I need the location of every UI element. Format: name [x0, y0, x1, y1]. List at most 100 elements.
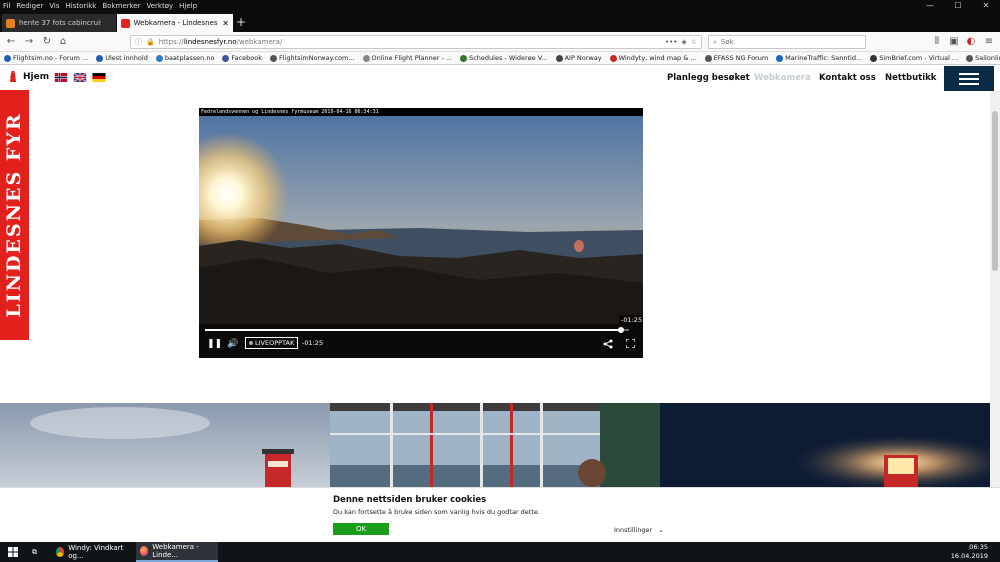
bookmark-label: AIP Norway — [564, 54, 602, 62]
lighthouse-logo-icon — [10, 71, 16, 82]
menu-file[interactable]: Fil — [0, 2, 13, 10]
maximize-button[interactable]: ☐ — [944, 0, 972, 12]
forward-arrow-icon[interactable]: → — [22, 35, 36, 49]
bookmark-item[interactable]: Facebook — [218, 54, 266, 62]
cookie-ok-button[interactable]: OK — [333, 523, 389, 535]
bookmark-label: FlightsimNorway.com... — [279, 54, 355, 62]
task-view-button[interactable]: ⧉ — [28, 542, 41, 562]
menu-history[interactable]: Historikk — [63, 2, 100, 10]
home-icon[interactable]: ⌂ — [56, 35, 70, 49]
tab-webkamera[interactable]: Webkamera - Lindesnes fyr ✕ — [117, 14, 233, 32]
norwegian-flag-icon[interactable] — [54, 72, 68, 82]
live-badge[interactable]: LIVEOPPTAK — [245, 337, 299, 349]
bookmark-label: Schedules - Widerøe V... — [469, 54, 548, 62]
back-arrow-icon[interactable]: ← — [4, 35, 18, 49]
video-progress-bar[interactable]: -01:25 — [205, 315, 643, 333]
nav-nettbutikk[interactable]: Nettbutikk — [885, 73, 936, 83]
pocket-icon[interactable]: ◈ — [681, 38, 686, 46]
menu-bookmarks[interactable]: Bokmerker — [99, 2, 143, 10]
lighthouse-favicon-icon — [121, 18, 130, 28]
share-icon[interactable] — [603, 339, 613, 352]
taskbar-item-chrome[interactable]: Windy: Vindkart og... — [52, 542, 132, 562]
tab-title: hente 37 fots cabincruiser fra ... — [19, 19, 101, 27]
german-flag-icon[interactable] — [92, 72, 106, 82]
gallery-image-lighthouse-lens[interactable] — [330, 403, 660, 488]
tab-cabincruiser[interactable]: hente 37 fots cabincruiser fra ... — [2, 14, 116, 32]
close-tab-icon[interactable]: ✕ — [222, 19, 229, 28]
bookmark-label: Ulest innhold — [105, 54, 148, 62]
new-tab-button[interactable]: + — [236, 15, 246, 29]
url-bar[interactable]: ⓘ 🔒 https://lindesnesfyr.no/webkamera/ •… — [130, 35, 702, 49]
sidebar-icon[interactable]: ▣ — [947, 35, 961, 49]
volume-icon[interactable]: 🔊 — [227, 339, 238, 349]
bookmark-item[interactable]: Online Flight Planner - ... — [359, 54, 457, 62]
menu-hamburger-icon[interactable]: ≡ — [982, 35, 996, 49]
minimize-button[interactable]: — — [916, 0, 944, 12]
cookie-settings-button[interactable]: Innstillinger ⌄ — [614, 526, 664, 534]
bookmark-label: Online Flight Planner - ... — [371, 54, 453, 62]
page-actions-icon[interactable]: ••• — [665, 38, 677, 46]
bookmark-item[interactable]: baatplassen.no — [152, 54, 219, 62]
navigation-bar: ← → ↻ ⌂ ⓘ 🔒 https://lindesnesfyr.no/webk… — [0, 32, 1000, 52]
bookmark-item[interactable]: MarineTraffic: Sanntid... — [772, 54, 866, 62]
bookmark-label: Sailonline.org - SWR 1... — [975, 54, 1000, 62]
menu-edit[interactable]: Rediger — [13, 2, 46, 10]
bookmark-item[interactable]: Windyty, wind map & ... — [606, 54, 701, 62]
nav-webkamera[interactable]: Webkamera — [754, 73, 811, 83]
site-favicon-icon — [6, 18, 15, 28]
menu-view[interactable]: Vis — [46, 2, 62, 10]
live-dot-icon — [249, 341, 253, 345]
bookmark-icon — [155, 54, 163, 62]
progress-knob[interactable] — [617, 327, 624, 333]
taskbar-item-label: Webkamera - Linde... — [152, 543, 199, 559]
gallery-image-lighthouse-night[interactable] — [660, 403, 990, 488]
bookmark-item[interactable]: AIP Norway — [552, 54, 606, 62]
english-flag-icon[interactable] — [73, 72, 87, 82]
bookmark-icon — [270, 54, 277, 62]
nav-planlegg-besoket[interactable]: Planlegg besøket — [667, 73, 750, 83]
menu-bar: Fil Rediger Vis Historikk Bokmerker Verk… — [0, 0, 1000, 12]
bookmark-item[interactable]: Ulest innhold — [92, 54, 152, 62]
time-tooltip: -01:25 — [619, 315, 643, 325]
taskbar-item-label: Windy: Vindkart og... — [68, 544, 124, 560]
task-view-icon: ⧉ — [32, 547, 37, 556]
pause-icon[interactable]: ❚❚ — [207, 339, 222, 349]
webcam-video-player[interactable]: Fedrelandsvennen og Lindesnes fyrmuseum … — [199, 108, 643, 358]
web-page: Hjem Planlegg besøket Webkamera Kontakt … — [0, 66, 1000, 542]
fullscreen-icon[interactable] — [625, 338, 636, 351]
bookmark-icon — [460, 54, 468, 62]
reload-icon[interactable]: ↻ — [40, 35, 54, 49]
system-clock[interactable]: 06:35 16.04.2019 — [951, 543, 988, 561]
info-icon[interactable]: ⓘ — [135, 37, 142, 47]
search-input[interactable]: ⌕ Søk — [708, 35, 866, 49]
bookmark-star-icon[interactable]: ☆ — [691, 38, 701, 46]
page-scrollbar[interactable] — [990, 91, 1000, 487]
taskbar-item-firefox[interactable]: Webkamera - Linde... — [136, 542, 218, 562]
site-menu-button[interactable] — [944, 66, 994, 91]
bookmark-item[interactable]: FlightsimNorway.com... — [266, 54, 359, 62]
bookmark-item[interactable]: Sailonline.org - SWR 1... — [962, 54, 1000, 62]
library-icon[interactable]: ⫴ — [930, 35, 944, 49]
home-link[interactable]: Hjem — [8, 71, 106, 83]
chrome-icon — [56, 547, 65, 557]
facebook-icon — [222, 54, 230, 62]
nav-kontakt-oss[interactable]: Kontakt oss — [819, 73, 876, 83]
bookmark-item[interactable]: Flightsim.no - Forum ... — [0, 54, 92, 62]
menu-help[interactable]: Hjelp — [176, 2, 200, 10]
video-timestamp-overlay: Fedrelandsvennen og Lindesnes fyrmuseum … — [201, 109, 379, 115]
gallery-image-lighthouse-exterior[interactable] — [0, 403, 330, 488]
menu-tools[interactable]: Verktøy — [144, 2, 177, 10]
windows-logo-icon — [8, 547, 18, 557]
clock-time: 06:35 — [969, 543, 988, 551]
progress-fill — [205, 329, 621, 331]
bookmark-item[interactable]: EFASS NG Forum — [701, 54, 773, 62]
close-window-button[interactable]: ✕ — [972, 0, 1000, 12]
bookmark-item[interactable]: Schedules - Widerøe V... — [456, 54, 551, 62]
globe-icon — [704, 54, 712, 62]
bookmark-icon — [609, 54, 617, 62]
tab-strip: hente 37 fots cabincruiser fra ... Webka… — [0, 12, 1000, 32]
extension-icon[interactable]: ◐ — [964, 35, 978, 49]
start-button[interactable] — [4, 542, 22, 562]
bookmark-item[interactable]: SimBrief.com - Virtual ... — [866, 54, 962, 62]
scrollbar-thumb[interactable] — [992, 111, 998, 271]
